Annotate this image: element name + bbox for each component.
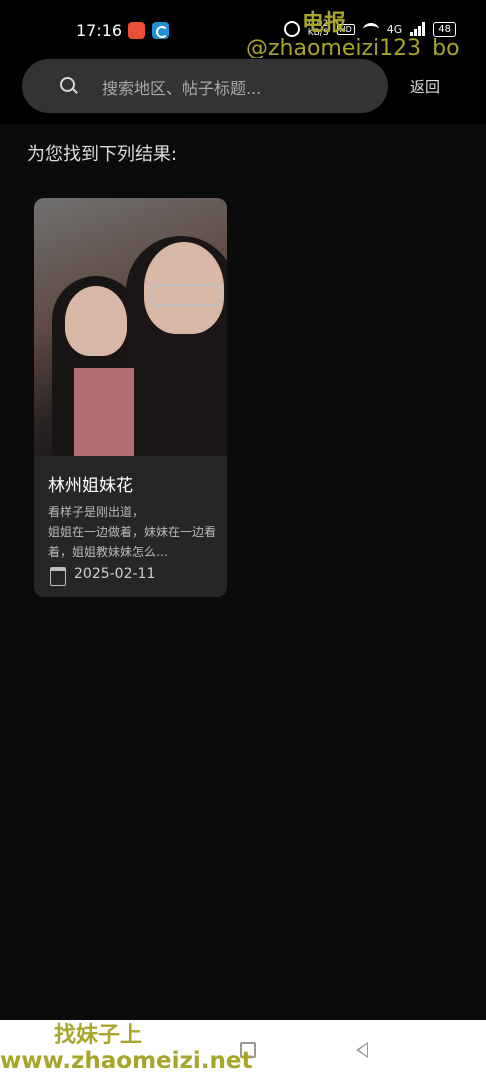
result-card-image[interactable] [34, 198, 227, 456]
results-title: 为您找到下列结果: [27, 144, 178, 165]
result-card-date: 2025-02-11 [74, 566, 156, 582]
result-card[interactable]: 林州姐妹花 看样子是刚出道， 姐姐在一边做着，妹妹在一边看着，姐姐教妹妹怎么… … [34, 198, 227, 597]
network-type: 4G [386, 22, 403, 36]
search-input[interactable] [100, 73, 374, 103]
watermark-bottom-line2: www.zhaomeizi.net [0, 1048, 253, 1074]
search-box[interactable] [22, 59, 388, 113]
alarm-icon [283, 21, 300, 37]
search-header: 返回 [0, 58, 486, 124]
browser-notification-icon [152, 22, 169, 39]
result-card-title[interactable]: 林州姐妹花 [48, 471, 133, 496]
search-icon [60, 77, 75, 92]
calendar-icon [50, 567, 66, 586]
signal-icon [410, 22, 426, 36]
watermark-bottom-line1: 找妹子上 [54, 1023, 143, 1048]
wifi-icon [362, 22, 379, 36]
battery-icon: 48 [433, 21, 456, 37]
status-time: 17:16 [76, 21, 123, 40]
watermark-top-line1: 电报 [302, 11, 347, 36]
result-card-description: 看样子是刚出道， 姐姐在一边做着，妹妹在一边看着，姐姐教妹妹怎么… [48, 505, 217, 559]
app-notification-icon [128, 22, 145, 39]
back-button[interactable]: 返回 [410, 76, 440, 97]
back-triangle-button[interactable] [356, 1042, 368, 1058]
